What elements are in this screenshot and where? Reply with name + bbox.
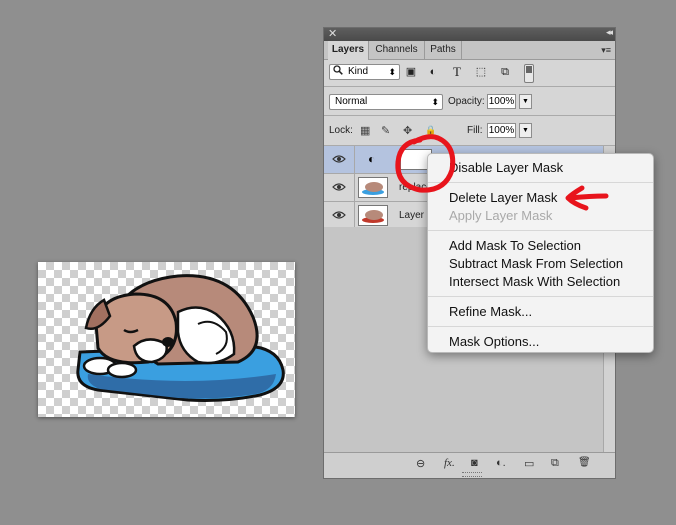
divider xyxy=(354,202,355,229)
close-panel-icon[interactable]: ✕ xyxy=(328,27,337,40)
link-layers-icon[interactable]: ⊖ xyxy=(416,457,425,470)
document-canvas[interactable] xyxy=(38,262,295,417)
menu-item-disable-layer-mask[interactable]: Disable Layer Mask xyxy=(449,160,563,175)
smart-object-filter-icon[interactable]: ⧉ xyxy=(498,65,512,79)
sleeping-dog-illustration xyxy=(76,274,285,402)
panel-tabs: Layers Channels Paths ▾≡ xyxy=(324,41,615,60)
new-layer-icon[interactable]: ⧉ xyxy=(551,457,559,470)
opacity-field[interactable]: 100% xyxy=(487,94,516,109)
menu-item-add-mask-to-selection[interactable]: Add Mask To Selection xyxy=(449,238,581,253)
layer-mask-context-menu: Disable Layer Mask Delete Layer Mask App… xyxy=(427,153,654,353)
menu-item-delete-layer-mask[interactable]: Delete Layer Mask xyxy=(449,190,557,205)
menu-item-intersect-mask-with-selection[interactable]: Intersect Mask With Selection xyxy=(449,274,620,289)
visibility-eye-icon[interactable] xyxy=(332,182,346,192)
layer-style-icon[interactable]: fx. xyxy=(444,457,455,469)
layer-thumbnail[interactable] xyxy=(358,205,388,226)
panel-bottom-bar: ⊖ fx. ◙ ◐. ▭ ⧉ 🗑 xyxy=(324,452,615,478)
opacity-label: Opacity: xyxy=(448,96,485,107)
lock-label: Lock: xyxy=(329,125,353,136)
blend-mode-value: Normal xyxy=(335,96,368,107)
visibility-eye-icon[interactable] xyxy=(332,210,346,220)
visibility-eye-icon[interactable] xyxy=(332,154,346,164)
add-mask-icon[interactable]: ◙ xyxy=(471,457,478,469)
tab-layers[interactable]: Layers xyxy=(328,41,369,60)
blend-mode-select[interactable]: Normal ⬍ xyxy=(329,94,443,110)
fill-label: Fill: xyxy=(467,125,483,136)
opacity-dropdown-button[interactable]: ▼ xyxy=(519,94,532,109)
menu-separator xyxy=(428,326,653,327)
type-filter-icon[interactable]: T xyxy=(450,65,464,79)
resize-grip[interactable] xyxy=(462,472,482,477)
adjustment-layer-icon: ◐ xyxy=(368,152,376,166)
divider xyxy=(354,174,355,201)
fill-field[interactable]: 100% xyxy=(487,123,516,138)
image-filter-icon[interactable]: ▣ xyxy=(404,65,418,79)
lock-pixels-icon[interactable]: ✎ xyxy=(381,124,390,137)
lock-all-icon[interactable]: 🔒 xyxy=(425,125,436,136)
panel-title-bar[interactable]: ✕ ◂◂ xyxy=(324,27,615,41)
menu-item-refine-mask[interactable]: Refine Mask... xyxy=(449,304,532,319)
menu-item-mask-options[interactable]: Mask Options... xyxy=(449,334,539,349)
divider xyxy=(354,146,355,173)
divider xyxy=(324,115,615,116)
fill-dropdown-button[interactable]: ▼ xyxy=(519,123,532,138)
menu-separator xyxy=(428,296,653,297)
menu-item-subtract-mask-from-selection[interactable]: Subtract Mask From Selection xyxy=(449,256,623,271)
tab-paths[interactable]: Paths xyxy=(425,41,462,59)
lock-position-icon[interactable]: ✥ xyxy=(403,124,412,137)
new-adjustment-layer-icon[interactable]: ◐. xyxy=(496,457,506,469)
tab-channels[interactable]: Channels xyxy=(369,41,425,59)
divider xyxy=(324,86,615,87)
menu-separator xyxy=(428,182,653,183)
filter-toggle-switch[interactable] xyxy=(524,64,534,83)
menu-separator xyxy=(428,230,653,231)
filter-kind-label: Kind xyxy=(348,66,369,77)
search-icon xyxy=(333,65,343,80)
layer-thumbnail[interactable] xyxy=(358,177,388,198)
collapse-panel-icon[interactable]: ◂◂ xyxy=(606,27,613,38)
menu-item-apply-layer-mask: Apply Layer Mask xyxy=(449,208,553,223)
new-group-icon[interactable]: ▭ xyxy=(524,457,534,470)
lock-transparent-icon[interactable]: ▦ xyxy=(360,124,370,137)
delete-layer-icon[interactable]: 🗑 xyxy=(578,457,591,468)
select-arrows-icon: ⬍ xyxy=(431,97,439,107)
shape-filter-icon[interactable]: ⬚ xyxy=(474,65,488,79)
select-arrows-icon: ⬍ xyxy=(388,67,396,77)
adjustment-filter-icon[interactable]: ◐ xyxy=(426,65,440,79)
filter-kind-select[interactable]: Kind ⬍ xyxy=(329,64,400,80)
layer-filter-row: Kind ⬍ ▣ ◐ T ⬚ ⧉ xyxy=(324,59,615,86)
panel-menu-icon[interactable]: ▾≡ xyxy=(601,41,611,59)
